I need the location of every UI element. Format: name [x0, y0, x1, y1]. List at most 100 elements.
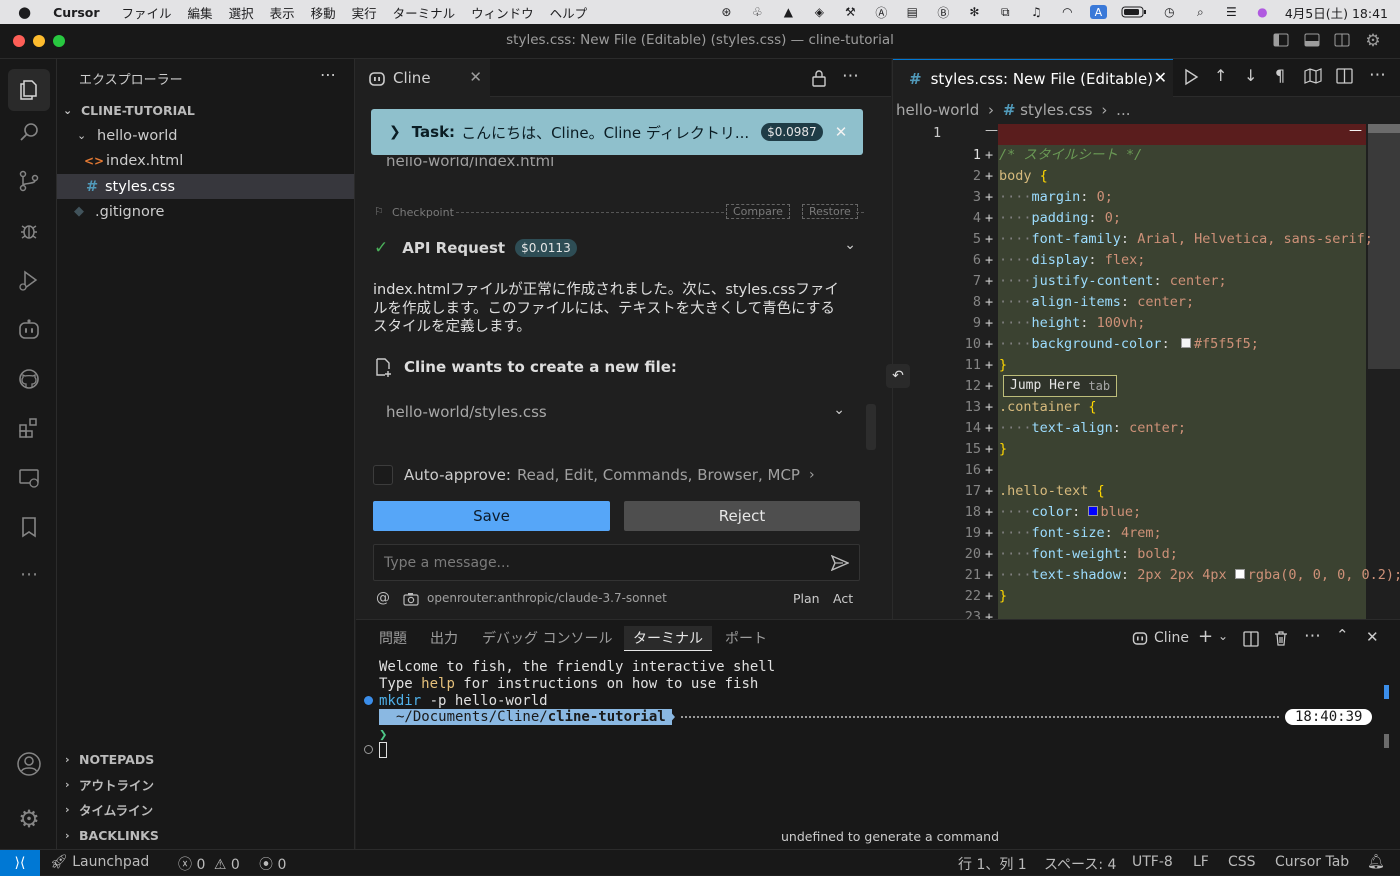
problems-indicator[interactable]: ⓧ 0 ⚠ 0 — [178, 854, 240, 874]
bluetooth-icon[interactable]: ✻ — [966, 5, 983, 19]
auto-approve-checkbox[interactable] — [373, 465, 393, 485]
new-file-path-row[interactable]: hello-world/styles.css ⌄ — [373, 393, 863, 431]
code-line[interactable]: 22 +} — [893, 586, 1400, 607]
manage-gear-icon[interactable]: ⚙ — [14, 804, 44, 834]
tool-icon[interactable]: ⚒ — [842, 5, 859, 19]
toggle-secondary-sidebar-icon[interactable] — [1333, 31, 1353, 51]
tree-file-styles-css[interactable]: # styles.css — [57, 174, 354, 199]
code-line[interactable]: 6 + ····display: flex; — [893, 250, 1400, 271]
more-views-icon[interactable]: ⋯ — [14, 559, 44, 589]
bookmark-icon[interactable] — [14, 512, 44, 542]
close-task-icon[interactable]: ✕ — [835, 123, 848, 141]
task-header[interactable]: ❯ Task: こんにちは、Cline。Cline ディレクトリ... $0.0… — [371, 109, 863, 155]
auto-approve-row[interactable]: Auto-approve: Read, Edit, Commands, Brow… — [373, 464, 863, 486]
tab-problems[interactable]: 問題 — [379, 628, 407, 648]
toggle-panel-icon[interactable] — [1303, 31, 1323, 51]
menubar-clock[interactable]: 4月5日(土) 18:41 — [1285, 3, 1388, 22]
menu-edit[interactable]: 編集 — [188, 3, 213, 22]
section-notepads[interactable]: › NOTEPADS — [57, 747, 354, 771]
arrow-down-icon[interactable]: ↓ — [1244, 66, 1257, 85]
tab-debug-console[interactable]: デバッグ コンソール — [482, 628, 612, 648]
time-machine-icon[interactable]: ◷ — [1161, 5, 1178, 19]
b-icon[interactable]: Ⓑ — [935, 5, 952, 20]
lock-icon[interactable] — [811, 69, 827, 87]
code-line[interactable]: 21 + ····text-shadow: 2px 2px 4px rgba(0, … — [893, 565, 1400, 586]
a-circle-icon[interactable]: Ⓐ — [873, 5, 890, 20]
message-input[interactable]: Type a message... — [373, 544, 860, 581]
tree-file-index-html[interactable]: <> index.html — [57, 148, 354, 173]
menu-run[interactable]: 実行 — [352, 3, 377, 22]
close-icon[interactable]: ✕ — [1154, 68, 1167, 87]
battery-icon[interactable] — [1121, 5, 1147, 19]
code-line[interactable]: 20 + ····font-weight: bold; — [893, 544, 1400, 565]
breadcrumb-more[interactable]: ... — [1116, 101, 1130, 119]
wifi-icon[interactable]: ◠ — [1059, 5, 1076, 19]
camera-icon[interactable] — [403, 592, 419, 606]
code-line[interactable]: 15 +} — [893, 439, 1400, 460]
tab-ports[interactable]: ポート — [725, 628, 767, 648]
open-preview-icon[interactable] — [1304, 68, 1322, 84]
end-of-line[interactable]: LF — [1193, 854, 1209, 870]
close-icon[interactable]: ✕ — [469, 68, 482, 86]
notifications-bell-icon[interactable]: 🔔︎ — [1367, 854, 1385, 870]
control-center-icon[interactable]: ☰ — [1223, 5, 1240, 19]
menu-app-name[interactable]: Cursor — [53, 5, 99, 20]
breadcrumb-folder[interactable]: hello-world — [896, 101, 979, 119]
launchpad-item[interactable]: 🚀︎ Launchpad — [50, 854, 149, 870]
split-editor-icon[interactable] — [1336, 68, 1354, 84]
run-icon[interactable] — [1183, 68, 1199, 86]
extensions-icon[interactable] — [14, 413, 44, 443]
code-line[interactable]: 12 + — [893, 376, 1400, 397]
code-line[interactable]: 7 + ····justify-content: center; — [893, 271, 1400, 292]
language-mode[interactable]: CSS — [1228, 854, 1256, 870]
code-line[interactable]: 9 + ····height: 100vh; — [893, 313, 1400, 334]
save-button[interactable]: Save — [373, 501, 610, 531]
debug-icon[interactable] — [14, 216, 44, 246]
ports-indicator[interactable]: ⦿ 0 — [259, 854, 286, 874]
github-icon[interactable] — [14, 364, 44, 394]
close-panel-icon[interactable]: ✕ — [1366, 628, 1379, 646]
trash-icon[interactable] — [1273, 630, 1289, 646]
apple-icon[interactable]: ● — [18, 3, 31, 21]
code-line[interactable]: 8 + ····align-items: center; — [893, 292, 1400, 313]
remote-explorer-icon[interactable] — [14, 463, 44, 493]
clipboard-icon[interactable]: ▤ — [904, 5, 921, 19]
pilcrow-icon[interactable]: ¶ — [1275, 66, 1285, 85]
indentation[interactable]: スペース: 4 — [1044, 854, 1116, 874]
code-line[interactable]: 1 + /* スタイルシート */ — [893, 145, 1400, 166]
cline-robot-icon[interactable] — [14, 315, 44, 345]
panel-more-icon[interactable]: ⋯ — [1304, 626, 1321, 646]
restore-button[interactable]: Restore — [802, 204, 858, 219]
menu-file[interactable]: ファイル — [122, 3, 172, 22]
split-terminal-icon[interactable] — [1243, 631, 1259, 647]
code-line[interactable]: 2 + body { — [893, 166, 1400, 187]
encoding[interactable]: UTF-8 — [1132, 854, 1173, 870]
cline-more-icon[interactable]: ⋯ — [842, 66, 859, 86]
menu-selection[interactable]: 選択 — [229, 3, 254, 22]
editor-more-icon[interactable]: ⋯ — [1369, 65, 1386, 85]
section-backlinks[interactable]: › BACKLINKS — [57, 823, 354, 847]
code-line[interactable]: 13 + .container { — [893, 397, 1400, 418]
cursor-tab-item[interactable]: Cursor Tab — [1275, 854, 1349, 870]
explorer-icon[interactable] — [8, 69, 50, 111]
model-selector[interactable]: openrouter:anthropic/claude-3.7-sonnet — [427, 591, 667, 605]
terminal-cursor[interactable] — [379, 742, 387, 758]
chevron-down-icon[interactable]: ⌄ — [844, 237, 856, 253]
siri-icon[interactable]: ● — [1254, 5, 1271, 19]
new-terminal-icon[interactable]: + — [1198, 626, 1213, 647]
section-outline[interactable]: › アウトライン — [57, 772, 354, 796]
menu-view[interactable]: 表示 — [270, 3, 295, 22]
code-line[interactable]: 17 + .hello-text { — [893, 481, 1400, 502]
code-line[interactable]: 10 + ····background-color: #f5f5f5; — [893, 334, 1400, 355]
code-line[interactable]: 16 + — [893, 460, 1400, 481]
cursor-position[interactable]: 行 1、列 1 — [958, 854, 1027, 874]
spotlight-icon[interactable]: ⌕ — [1192, 5, 1209, 19]
cline-scrollbar[interactable] — [866, 404, 876, 450]
toggle-primary-sidebar-icon[interactable] — [1272, 31, 1292, 51]
send-icon[interactable] — [831, 555, 849, 571]
api-request-row[interactable]: ✓ API Request $0.0113 ⌄ — [374, 235, 864, 261]
code-line[interactable]: 4 + ····padding: 0; — [893, 208, 1400, 229]
tree-folder-hello-world[interactable]: ⌄ hello-world — [57, 123, 354, 148]
tree-file-gitignore[interactable]: ◆ .gitignore — [57, 199, 354, 224]
hat-icon[interactable]: ▲ — [780, 5, 797, 19]
